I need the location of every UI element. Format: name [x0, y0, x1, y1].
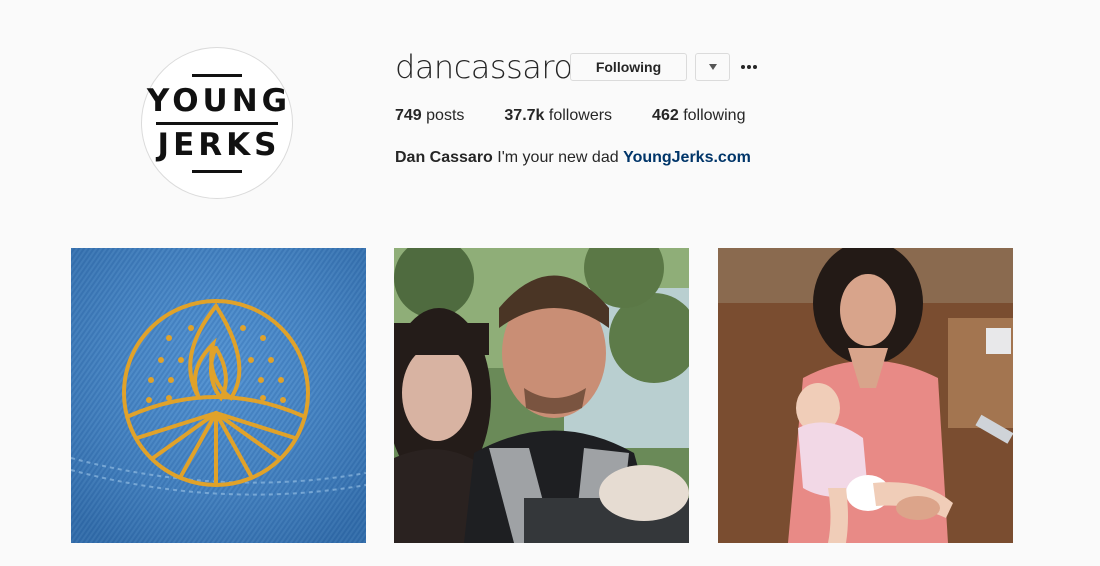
- following-count: 462: [652, 107, 679, 124]
- followers-count: 37.7k: [504, 107, 545, 124]
- post-thumbnail-2[interactable]: [394, 248, 689, 543]
- profile-avatar[interactable]: YOUNG JERKS: [141, 47, 293, 199]
- caret-down-icon: [708, 64, 717, 70]
- full-name: Dan Cassaro: [395, 149, 493, 166]
- following-label: following: [683, 107, 746, 124]
- woman-with-baby-image: [718, 248, 1013, 543]
- logo-rule-middle: [156, 121, 278, 125]
- followers-stat[interactable]: 37.7k followers: [504, 106, 612, 126]
- posts-count: 749: [395, 107, 422, 124]
- bio-text: I'm your new dad: [497, 149, 619, 166]
- following-button[interactable]: Following: [570, 53, 687, 81]
- bio-link[interactable]: YoungJerks.com: [623, 149, 751, 166]
- logo-rule-bottom: [192, 169, 242, 173]
- followers-label: followers: [548, 107, 613, 124]
- profile-bio: Dan Cassaro I'm your new dad YoungJerks.…: [395, 148, 751, 168]
- profile-stats: 749 posts 37.7k followers 462 following: [395, 106, 785, 126]
- profile-username: dancassaro: [395, 48, 573, 86]
- posts-label: posts: [426, 107, 465, 124]
- following-stat[interactable]: 462 following: [652, 106, 745, 126]
- logo-word-young: YOUNG: [146, 82, 292, 119]
- suggestions-dropdown-button[interactable]: [695, 53, 730, 81]
- more-options-button[interactable]: [738, 55, 760, 79]
- ellipsis-icon: [741, 65, 757, 69]
- logo-word-jerks: JERKS: [157, 126, 281, 163]
- couple-selfie-image: [394, 248, 689, 543]
- posts-stat: 749 posts: [395, 106, 464, 126]
- post-thumbnail-1[interactable]: [71, 248, 366, 543]
- post-thumbnail-3[interactable]: [718, 248, 1013, 543]
- logo-rule-top: [192, 73, 242, 77]
- embroidered-flame-image: [71, 248, 366, 543]
